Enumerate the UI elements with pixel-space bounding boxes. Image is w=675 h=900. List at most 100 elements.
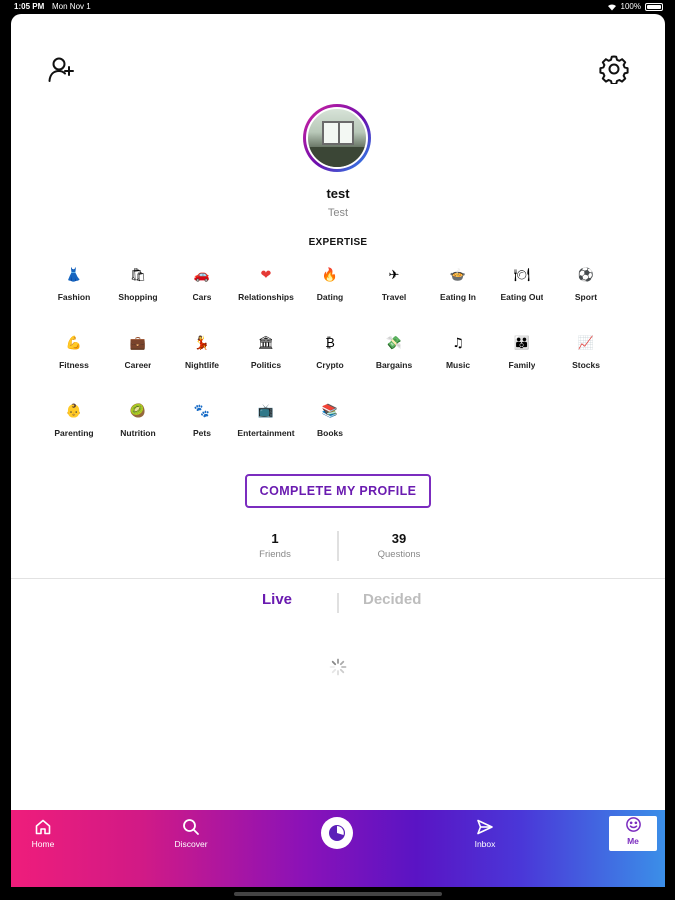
status-right: 100%	[607, 2, 663, 11]
bowl-icon: 🍲	[449, 268, 467, 283]
expertise-item[interactable]: 💼 Career	[106, 334, 170, 376]
expertise-item[interactable]: ✈ Travel	[362, 266, 426, 308]
expertise-item[interactable]: 👪 Family	[490, 334, 554, 376]
capitol-icon: 🏛	[257, 336, 275, 351]
expertise-grid: 👗 Fashion 🛍 Shopping 🚗 Cars ❤ Relationships …	[42, 266, 618, 444]
expertise-item[interactable]: ❤ Relationships	[234, 266, 298, 308]
expertise-item[interactable]: ♫ Music	[426, 334, 490, 376]
expertise-label: Shopping	[118, 292, 158, 302]
expertise-label: Eating In	[440, 292, 476, 302]
questions-label: Questions	[377, 549, 421, 560]
expertise-item[interactable]: ⚽ Sport	[554, 266, 618, 308]
expertise-item[interactable]: 💃 Nightlife	[170, 334, 234, 376]
smiley-icon	[625, 817, 641, 832]
expertise-label: Nightlife	[185, 360, 219, 370]
expertise-item[interactable]: 💸 Bargains	[362, 334, 426, 376]
expertise-item[interactable]: 💪 Fitness	[42, 334, 106, 376]
airplane-icon: ✈	[388, 268, 400, 283]
expertise-label: Cars	[192, 292, 212, 302]
expertise-label: Eating Out	[500, 292, 544, 302]
books-icon: 📚	[321, 404, 339, 419]
home-icon	[35, 819, 51, 835]
family-icon: 👪	[513, 336, 531, 351]
nav-inbox[interactable]: Inbox	[455, 818, 515, 849]
nav-me[interactable]: Me	[609, 816, 657, 851]
stats-divider	[337, 531, 339, 561]
expertise-label: Relationships	[238, 292, 294, 302]
car-icon: 🚗	[193, 268, 211, 283]
expertise-label: Bargains	[375, 360, 413, 370]
fashion-icon: 👗	[65, 268, 83, 283]
home-indicator[interactable]	[234, 892, 442, 896]
questions-count: 39	[391, 531, 407, 546]
battery-icon	[645, 2, 663, 11]
expertise-item[interactable]: 🥝 Nutrition	[106, 402, 170, 444]
nav-home[interactable]: Home	[13, 818, 73, 849]
question-tabs: Live Decided	[11, 591, 665, 615]
complete-profile-button[interactable]: COMPLETE MY PROFILE	[245, 474, 431, 508]
fire-icon: 🔥	[321, 268, 339, 283]
status-bar: 1:05 PM Mon Nov 1 100%	[0, 0, 675, 14]
shopping-icon: 🛍	[129, 268, 147, 283]
send-icon	[477, 819, 493, 835]
plate-cutlery-icon: 🍽	[513, 268, 531, 283]
nav-discover[interactable]: Discover	[161, 818, 221, 849]
profile-stats: 1 Friends 39 Questions	[11, 531, 665, 565]
expertise-label: Entertainment	[237, 428, 295, 438]
expertise-label: Family	[508, 360, 536, 370]
tab-decided[interactable]: Decided	[363, 591, 421, 608]
money-wings-icon: 💸	[385, 336, 403, 351]
friends-label: Friends	[259, 549, 291, 560]
nav-me-label: Me	[627, 836, 639, 846]
music-note-icon: ♫	[452, 336, 464, 351]
expertise-label: Parenting	[54, 428, 94, 438]
expertise-item[interactable]: 🔥 Dating	[298, 266, 362, 308]
expertise-item[interactable]: 👗 Fashion	[42, 266, 106, 308]
nav-discover-label: Discover	[174, 839, 208, 849]
nav-inbox-label: Inbox	[474, 839, 496, 849]
username: test	[326, 186, 350, 201]
expertise-label: Sport	[574, 292, 598, 302]
gear-icon[interactable]	[599, 54, 629, 84]
television-icon: 📺	[257, 404, 275, 419]
tab-live[interactable]: Live	[262, 591, 292, 608]
display-name: Test	[327, 207, 349, 219]
app-logo-icon	[329, 825, 345, 841]
expertise-item[interactable]: 📚 Books	[298, 402, 362, 444]
expertise-label: Travel	[381, 292, 407, 302]
status-date: Mon Nov 1	[52, 2, 91, 11]
expertise-label: Fashion	[57, 292, 91, 302]
expertise-label: Nutrition	[120, 428, 156, 438]
expertise-label: Fitness	[59, 360, 89, 370]
expertise-item[interactable]: 🚗 Cars	[170, 266, 234, 308]
expertise-item[interactable]: 🛍 Shopping	[106, 266, 170, 308]
expertise-label: Books	[317, 428, 343, 438]
briefcase-icon: 💼	[129, 336, 147, 351]
profile-screen: test Test EXPERTISE 👗 Fashion 🛍 Shopping 🚗…	[11, 14, 665, 887]
loading-spinner-icon	[329, 658, 347, 676]
avatar-window-detail	[322, 121, 354, 145]
expertise-item[interactable]: 🏛 Politics	[234, 334, 298, 376]
bitcoin-icon: ₿	[325, 336, 335, 351]
expertise-item[interactable]: ₿ Crypto	[298, 334, 362, 376]
soccer-ball-icon: ⚽	[577, 268, 595, 283]
expertise-label: Pets	[193, 428, 211, 438]
avatar[interactable]	[303, 104, 371, 172]
add-person-icon[interactable]	[47, 54, 77, 84]
expertise-item[interactable]: 🍲 Eating In	[426, 266, 490, 308]
expertise-item[interactable]: 🍽 Eating Out	[490, 266, 554, 308]
nav-create[interactable]	[321, 817, 353, 849]
wifi-icon	[607, 3, 616, 11]
friends-stat[interactable]: 1 Friends	[225, 531, 325, 560]
bottom-nav: Home Discover Inbox Me	[11, 810, 665, 887]
paw-prints-icon: 🐾	[193, 404, 211, 419]
baby-icon: 👶	[65, 404, 83, 419]
expertise-item[interactable]: 👶 Parenting	[42, 402, 106, 444]
expertise-item[interactable]: 📈 Stocks	[554, 334, 618, 376]
expertise-item[interactable]: 🐾 Pets	[170, 402, 234, 444]
expertise-label: Stocks	[572, 360, 600, 370]
questions-stat[interactable]: 39 Questions	[349, 531, 449, 560]
expertise-item[interactable]: 📺 Entertainment	[234, 402, 298, 444]
expertise-label: Dating	[316, 292, 344, 302]
expertise-label: Music	[445, 360, 471, 370]
